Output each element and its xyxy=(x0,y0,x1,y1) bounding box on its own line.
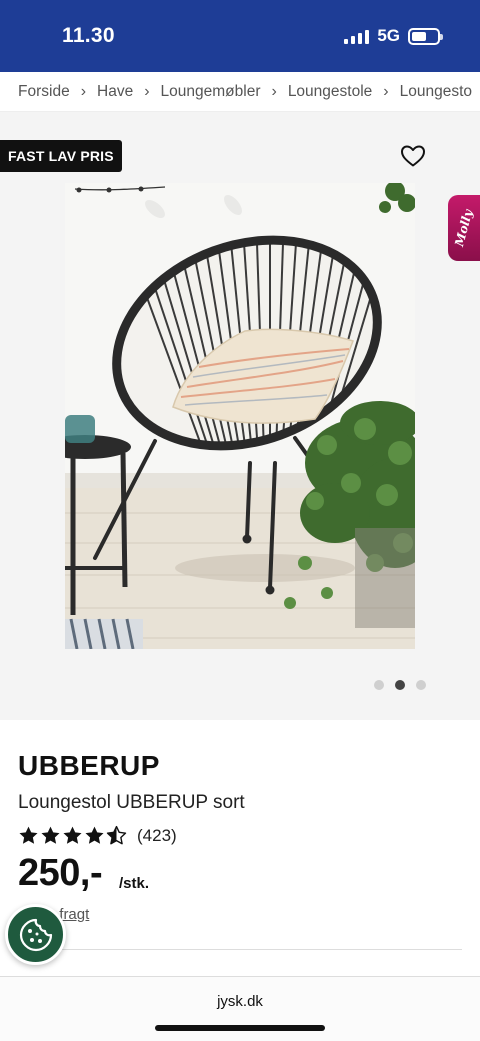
price-badge: FAST LAV PRIS xyxy=(0,140,122,172)
star-icon xyxy=(19,826,38,844)
browser-bar: jysk.dk xyxy=(0,976,480,1041)
breadcrumb-item-current[interactable]: Loungesto xyxy=(400,83,472,101)
status-time: 11.30 xyxy=(62,24,115,47)
breadcrumb-item-loungemobler[interactable]: Loungemøbler xyxy=(161,83,261,101)
breadcrumb-item-loungestole[interactable]: Loungestole xyxy=(288,83,372,101)
status-indicators: 5G xyxy=(344,26,443,46)
address-bar[interactable]: jysk.dk xyxy=(0,993,480,1010)
product-brand: UBBERUP xyxy=(18,750,160,781)
product-image[interactable] xyxy=(65,183,415,649)
rating-stars xyxy=(18,825,127,846)
product-rating[interactable]: (423) xyxy=(18,825,177,846)
status-bar: 11.30 5G xyxy=(0,0,480,72)
star-half-icon xyxy=(106,825,127,845)
molly-label: Molly xyxy=(452,208,476,248)
carousel-dots xyxy=(374,680,426,690)
breadcrumb-item-forside[interactable]: Forside xyxy=(18,83,70,101)
star-icon xyxy=(63,826,82,844)
breadcrumb-item-have[interactable]: Have xyxy=(97,83,133,101)
carousel-dot[interactable] xyxy=(374,680,384,690)
chevron-right-icon: › xyxy=(144,82,150,100)
molly-chat-tab[interactable]: Molly xyxy=(448,195,480,261)
cookie-icon xyxy=(19,918,52,951)
cookie-settings-button[interactable] xyxy=(5,904,66,965)
chevron-right-icon: › xyxy=(271,82,277,100)
price-unit: /stk. xyxy=(119,875,150,892)
product-price: 250,- xyxy=(18,852,103,894)
breadcrumb: Forside › Have › Loungemøbler › Loungest… xyxy=(0,72,480,112)
chevron-right-icon: › xyxy=(80,82,87,100)
carousel-dot[interactable] xyxy=(416,680,426,690)
product-gallery[interactable]: FAST LAV PRIS Molly xyxy=(0,112,480,720)
signal-icon xyxy=(344,28,370,44)
battery-icon xyxy=(408,27,443,45)
product-name: Loungestol UBBERUP sort xyxy=(18,792,245,813)
carousel-dot-active[interactable] xyxy=(395,680,405,690)
network-label: 5G xyxy=(377,26,400,45)
heart-icon[interactable] xyxy=(400,144,426,168)
chevron-right-icon: › xyxy=(383,82,389,100)
divider xyxy=(18,949,462,950)
home-indicator[interactable] xyxy=(155,1025,325,1031)
chair-photo xyxy=(65,183,415,649)
rating-count[interactable]: (423) xyxy=(137,826,177,846)
star-icon xyxy=(85,826,104,844)
star-icon xyxy=(41,826,60,844)
